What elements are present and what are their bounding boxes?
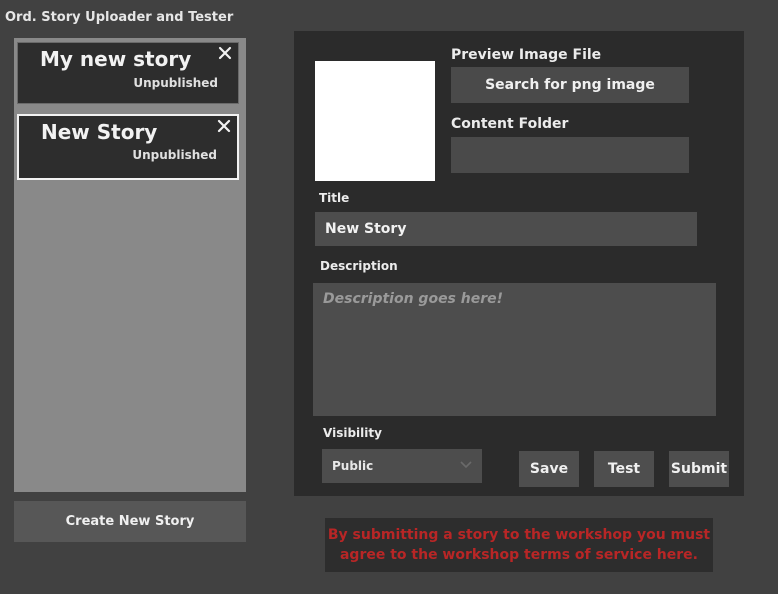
story-card-my-new-story[interactable]: My new story Unpublished xyxy=(17,42,239,104)
description-field[interactable]: Description goes here! xyxy=(313,283,716,416)
create-new-story-button[interactable]: Create New Story xyxy=(14,501,246,542)
app-title: Ord. Story Uploader and Tester xyxy=(5,10,234,25)
preview-image xyxy=(315,61,435,181)
tos-line-1: By submitting a story to the workshop yo… xyxy=(327,527,711,543)
story-card-title: New Story xyxy=(41,120,158,144)
visibility-dropdown[interactable]: Public xyxy=(322,449,482,483)
terms-of-service-link[interactable]: By submitting a story to the workshop yo… xyxy=(325,518,713,572)
visibility-value: Public xyxy=(332,459,374,473)
close-icon[interactable] xyxy=(218,46,232,60)
content-folder-label: Content Folder xyxy=(451,116,569,132)
story-card-title: My new story xyxy=(40,47,192,71)
story-list[interactable]: My new story Unpublished New Story Unpub… xyxy=(14,38,246,492)
tos-line-2: agree to the workshop terms of service h… xyxy=(339,547,698,563)
description-placeholder: Description goes here! xyxy=(323,291,504,307)
story-editor-panel: Preview Image File Search for png image … xyxy=(294,31,744,496)
test-button[interactable]: Test xyxy=(594,451,654,487)
save-button[interactable]: Save xyxy=(519,451,579,487)
story-card-status: Unpublished xyxy=(133,76,218,90)
preview-image-label: Preview Image File xyxy=(451,47,602,63)
title-field[interactable]: New Story xyxy=(315,212,697,246)
description-label: Description xyxy=(320,259,398,273)
content-folder-field[interactable] xyxy=(451,137,689,173)
chevron-down-icon xyxy=(460,461,472,469)
close-icon[interactable] xyxy=(217,119,231,133)
story-card-new-story[interactable]: New Story Unpublished xyxy=(17,114,239,180)
visibility-label: Visibility xyxy=(323,426,382,440)
title-label: Title xyxy=(319,191,350,205)
search-png-button[interactable]: Search for png image xyxy=(451,67,689,103)
submit-button[interactable]: Submit xyxy=(669,451,729,487)
story-card-status: Unpublished xyxy=(132,148,217,162)
